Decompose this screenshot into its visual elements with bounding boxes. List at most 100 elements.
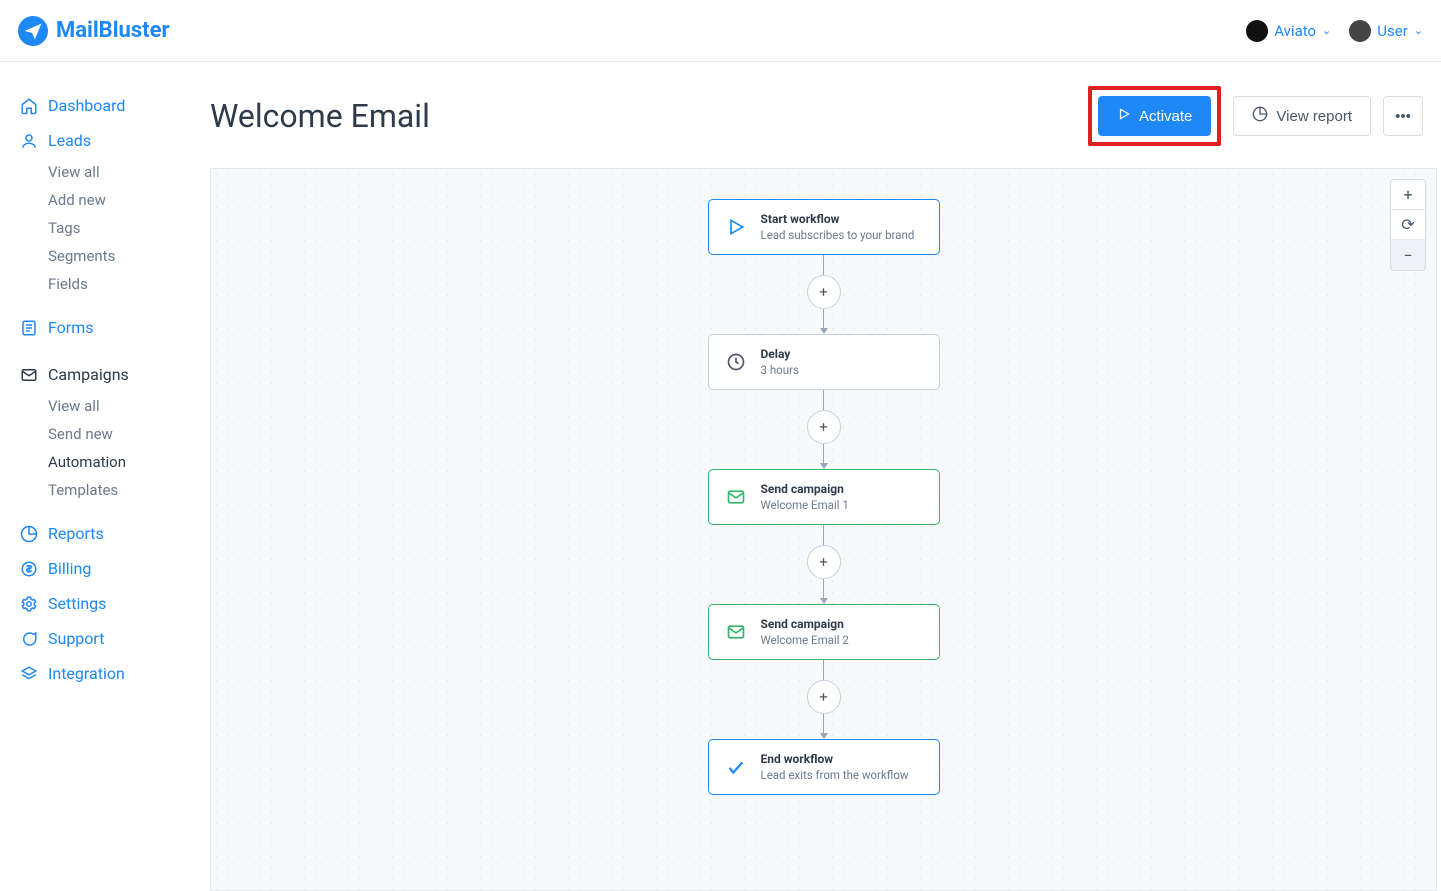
pie-chart-icon xyxy=(1252,106,1268,126)
sidebar-label: Forms xyxy=(48,318,94,337)
sidebar-item-campaigns[interactable]: Campaigns xyxy=(20,357,210,392)
workflow-connector: + xyxy=(807,660,841,739)
chat-icon xyxy=(20,630,38,648)
add-step-button[interactable]: + xyxy=(807,545,841,579)
sidebar-label: Dashboard xyxy=(48,96,125,115)
mail-icon xyxy=(725,621,747,643)
node-subtitle: Welcome Email 2 xyxy=(761,633,849,647)
zoom-in-button[interactable]: + xyxy=(1391,180,1425,210)
sidebar-label: Integration xyxy=(48,664,125,683)
node-subtitle: Lead exits from the workflow xyxy=(761,768,909,782)
minus-icon: − xyxy=(1403,246,1412,265)
sidebar-item-integration[interactable]: Integration xyxy=(20,656,210,691)
chevron-down-icon: ⌄ xyxy=(1414,24,1423,37)
view-report-label: View report xyxy=(1276,108,1352,125)
sidebar-sub-campaigns-automation[interactable]: Automation xyxy=(20,448,210,476)
more-options-button[interactable]: ••• xyxy=(1383,96,1423,136)
node-subtitle: Lead subscribes to your brand xyxy=(761,228,915,242)
user-icon xyxy=(20,132,38,150)
mail-icon xyxy=(20,366,38,384)
page-header: Welcome Email Activate View report ••• xyxy=(210,86,1441,168)
sidebar-item-billing[interactable]: Billing xyxy=(20,551,210,586)
workspace-avatar xyxy=(1246,20,1268,42)
reset-zoom-button[interactable]: ⟳ xyxy=(1391,210,1425,240)
node-title: Start workflow xyxy=(761,212,915,226)
node-subtitle: Welcome Email 1 xyxy=(761,498,849,512)
play-icon xyxy=(725,216,747,238)
automation-canvas[interactable]: + ⟳ − Start workflow Lead subscribes to … xyxy=(210,168,1437,891)
plus-icon: + xyxy=(819,418,828,436)
brand-name: MailBluster xyxy=(56,18,170,43)
sidebar-label: Support xyxy=(48,629,104,648)
sidebar-label: Settings xyxy=(48,594,106,613)
node-title: Delay xyxy=(761,347,799,361)
workflow-node-start[interactable]: Start workflow Lead subscribes to your b… xyxy=(708,199,940,255)
user-name: User xyxy=(1377,22,1408,40)
plus-icon: + xyxy=(819,283,828,301)
workflow-node-campaign[interactable]: Send campaign Welcome Email 1 xyxy=(708,469,940,525)
brand-logo[interactable]: MailBluster xyxy=(18,16,170,46)
activate-button[interactable]: Activate xyxy=(1098,96,1211,136)
paper-plane-icon xyxy=(18,16,48,46)
workspace-name: Aviato xyxy=(1274,22,1316,40)
page-actions: Activate View report ••• xyxy=(1088,86,1423,146)
node-subtitle: 3 hours xyxy=(761,363,799,377)
user-avatar xyxy=(1349,20,1371,42)
refresh-icon: ⟳ xyxy=(1401,215,1414,234)
plus-icon: + xyxy=(819,688,828,706)
main-content: Welcome Email Activate View report ••• xyxy=(210,62,1441,891)
sidebar-sub-leads-segments[interactable]: Segments xyxy=(20,242,210,270)
user-menu[interactable]: User ⌄ xyxy=(1349,20,1423,42)
node-title: End workflow xyxy=(761,752,909,766)
sidebar-sub-leads-viewall[interactable]: View all xyxy=(20,158,210,186)
add-step-button[interactable]: + xyxy=(807,410,841,444)
sidebar-item-dashboard[interactable]: Dashboard xyxy=(20,88,210,123)
node-title: Send campaign xyxy=(761,617,849,631)
activate-label: Activate xyxy=(1139,108,1192,125)
sidebar-sub-campaigns-sendnew[interactable]: Send new xyxy=(20,420,210,448)
mail-icon xyxy=(725,486,747,508)
plus-icon: + xyxy=(819,553,828,571)
sidebar-item-leads[interactable]: Leads xyxy=(20,123,210,158)
play-icon xyxy=(1117,107,1131,125)
workflow-flow: Start workflow Lead subscribes to your b… xyxy=(708,199,940,795)
sidebar-sub-campaigns-templates[interactable]: Templates xyxy=(20,476,210,504)
sidebar-sub-leads-fields[interactable]: Fields xyxy=(20,270,210,298)
integration-icon xyxy=(20,665,38,683)
node-title: Send campaign xyxy=(761,482,849,496)
workflow-connector: + xyxy=(807,255,841,334)
view-report-button[interactable]: View report xyxy=(1233,96,1371,136)
sidebar-item-reports[interactable]: Reports xyxy=(20,516,210,551)
sidebar-sub-leads-tags[interactable]: Tags xyxy=(20,214,210,242)
add-step-button[interactable]: + xyxy=(807,275,841,309)
header-right: Aviato ⌄ User ⌄ xyxy=(1246,20,1423,42)
workflow-node-campaign[interactable]: Send campaign Welcome Email 2 xyxy=(708,604,940,660)
form-icon xyxy=(20,319,38,337)
home-icon xyxy=(20,97,38,115)
plus-icon: + xyxy=(1403,185,1412,204)
sidebar-item-forms[interactable]: Forms xyxy=(20,310,210,345)
workflow-node-end[interactable]: End workflow Lead exits from the workflo… xyxy=(708,739,940,795)
app-header: MailBluster Aviato ⌄ User ⌄ xyxy=(0,0,1441,62)
sidebar-label: Campaigns xyxy=(48,365,129,384)
sidebar-item-settings[interactable]: Settings xyxy=(20,586,210,621)
sidebar-label: Leads xyxy=(48,131,91,150)
add-step-button[interactable]: + xyxy=(807,680,841,714)
workspace-switcher[interactable]: Aviato ⌄ xyxy=(1246,20,1331,42)
sidebar-sub-campaigns-viewall[interactable]: View all xyxy=(20,392,210,420)
sidebar-label: Billing xyxy=(48,559,91,578)
sidebar-sub-leads-addnew[interactable]: Add new xyxy=(20,186,210,214)
zoom-out-button[interactable]: − xyxy=(1391,240,1425,270)
dollar-icon xyxy=(20,560,38,578)
chart-icon xyxy=(20,525,38,543)
sidebar-label: Reports xyxy=(48,524,104,543)
canvas-controls: + ⟳ − xyxy=(1390,179,1426,271)
check-icon xyxy=(725,756,747,778)
workflow-connector: + xyxy=(807,390,841,469)
gear-icon xyxy=(20,595,38,613)
workflow-node-delay[interactable]: Delay 3 hours xyxy=(708,334,940,390)
chevron-down-icon: ⌄ xyxy=(1322,24,1331,37)
sidebar-item-support[interactable]: Support xyxy=(20,621,210,656)
activate-highlight: Activate xyxy=(1088,86,1221,146)
sidebar: Dashboard Leads View all Add new Tags Se… xyxy=(0,62,210,891)
